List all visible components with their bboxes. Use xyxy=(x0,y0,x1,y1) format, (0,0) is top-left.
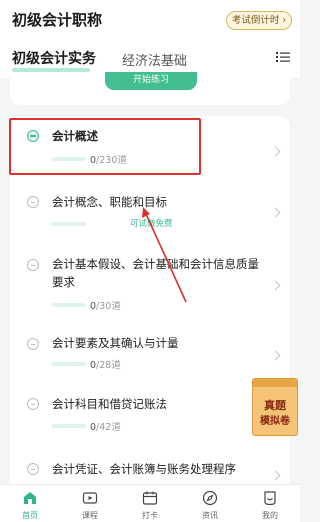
mock-exam-promo[interactable]: 真题 模拟卷 xyxy=(252,378,298,436)
chapter-title: 会计概念、职能和目标 xyxy=(52,195,167,209)
collapse-icon[interactable] xyxy=(27,338,39,350)
home-icon xyxy=(24,492,36,504)
progress-bar xyxy=(52,222,86,226)
free-trial-badge: 可试做免费 xyxy=(130,219,173,229)
collapse-icon[interactable] xyxy=(27,259,39,271)
progress-bar xyxy=(52,303,86,307)
progress-count: 0/28道 xyxy=(90,360,121,371)
collapse-icon[interactable] xyxy=(27,398,39,410)
nav-label: 课程 xyxy=(82,511,98,520)
chapter-item[interactable]: 会计基本假设、会计基础和会计信息质量要求 0/30道 xyxy=(10,242,290,322)
exam-countdown-button[interactable]: 考试倒计时 › xyxy=(226,11,292,30)
promo-title: 真题 xyxy=(264,399,286,412)
nav-label: 资讯 xyxy=(202,511,218,520)
progress-bar xyxy=(52,362,86,366)
nav-home[interactable]: 首页 xyxy=(0,485,60,522)
promo-ribbon xyxy=(253,379,297,387)
bottom-navigation: 首页 课程 打卡 资讯 我的 xyxy=(0,484,300,522)
chapter-title: 会计要素及其确认与计量 xyxy=(52,336,179,350)
chapter-item[interactable]: 会计概念、职能和目标 可试做免费 xyxy=(10,182,290,242)
progress-bar xyxy=(52,424,86,428)
nav-courses[interactable]: 课程 xyxy=(60,485,120,522)
chapter-title: 会计凭证、会计账簿与账务处理程序 xyxy=(52,462,236,476)
nav-profile[interactable]: 我的 xyxy=(240,485,300,522)
app-screen: 初级会计职称 考试倒计时 › 初级会计实务 经济法基础 开始练习 会计概述 0/… xyxy=(0,0,300,522)
chapter-title: 会计基本假设、会计基础和会计信息质量要求 xyxy=(52,257,259,289)
chevron-right-icon[interactable] xyxy=(270,207,281,218)
calendar-icon xyxy=(142,491,158,505)
chevron-right-icon[interactable] xyxy=(270,280,281,291)
practice-card: 开始练习 xyxy=(10,72,290,105)
compass-icon xyxy=(202,490,218,506)
active-tab-indicator xyxy=(12,68,90,72)
collapse-icon[interactable] xyxy=(27,463,39,475)
page-title: 初级会计职称 xyxy=(12,11,103,29)
chapter-item[interactable]: 会计要素及其确认与计量 0/28道 xyxy=(10,322,290,378)
progress-count: 0/42道 xyxy=(90,422,121,433)
start-practice-button[interactable]: 开始练习 xyxy=(105,72,197,90)
video-icon xyxy=(82,492,98,504)
list-menu-icon[interactable] xyxy=(276,50,290,64)
nav-label: 打卡 xyxy=(142,511,158,520)
profile-icon xyxy=(264,491,276,506)
chevron-right-icon[interactable] xyxy=(270,470,281,481)
highlight-annotation-box xyxy=(9,118,201,175)
chevron-right-icon[interactable] xyxy=(270,350,281,361)
header: 初级会计职称 考试倒计时 › 初级会计实务 经济法基础 xyxy=(0,0,300,78)
nav-label: 首页 xyxy=(22,511,38,520)
nav-news[interactable]: 资讯 xyxy=(180,485,240,522)
collapse-icon[interactable] xyxy=(27,196,39,208)
tab-accounting-practice[interactable]: 初级会计实务 xyxy=(12,48,96,68)
chapter-title: 会计科目和借贷记账法 xyxy=(52,397,167,411)
chevron-right-icon[interactable] xyxy=(270,146,281,157)
tab-economic-law[interactable]: 经济法基础 xyxy=(122,50,187,69)
chapter-item[interactable]: 会计科目和借贷记账法 0/42道 xyxy=(10,378,290,440)
nav-label: 我的 xyxy=(262,511,278,520)
promo-subtitle: 模拟卷 xyxy=(260,416,290,427)
nav-checkin[interactable]: 打卡 xyxy=(120,485,180,522)
progress-count: 0/30道 xyxy=(90,301,121,312)
